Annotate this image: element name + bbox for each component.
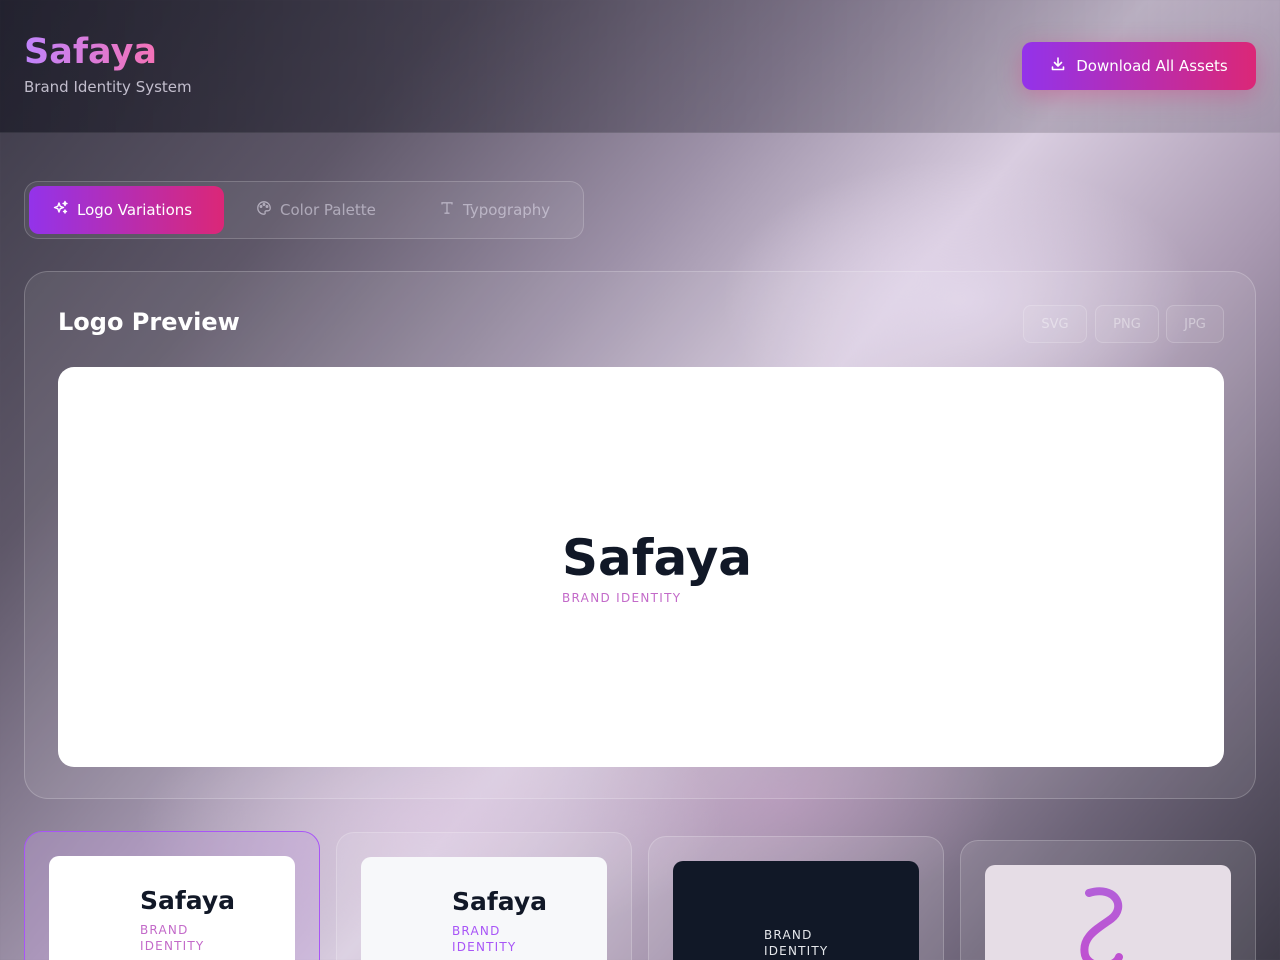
- variant-tagline: BRAND IDENTITY: [764, 928, 829, 958]
- variant-card-light[interactable]: Safaya BRAND IDENTITY: [24, 831, 320, 960]
- tab-label: Color Palette: [280, 201, 376, 219]
- tab-logo-variations[interactable]: Logo Variations: [29, 186, 224, 234]
- section-tabs: Logo Variations Color Palette Typography: [24, 181, 584, 239]
- variant-thumb: BRAND IDENTITY: [673, 861, 919, 960]
- app-header: Safaya Brand Identity System Download Al…: [0, 0, 1280, 133]
- logo-wordmark: Safaya: [562, 529, 753, 587]
- variant-thumb: [985, 865, 1231, 960]
- s-mark-icon: [1075, 885, 1139, 960]
- variant-wordmark: Safaya: [452, 887, 548, 916]
- variant-card-dark[interactable]: BRAND IDENTITY: [648, 836, 944, 960]
- logo-main: Safaya BRAND IDENTITY: [562, 527, 752, 605]
- type-icon: [439, 200, 455, 220]
- variant-thumb: Safaya BRAND IDENTITY: [49, 856, 295, 960]
- variant-wordmark: Safaya: [140, 886, 236, 915]
- variant-card-icon[interactable]: [960, 840, 1256, 960]
- tab-typography[interactable]: Typography: [415, 186, 574, 234]
- brand-title: Safaya: [24, 32, 158, 72]
- format-svg-button[interactable]: SVG: [1023, 305, 1087, 343]
- download-all-label: Download All Assets: [1076, 57, 1228, 75]
- variant-tagline: BRAND IDENTITY: [140, 923, 205, 953]
- sparkles-icon: [53, 200, 69, 220]
- tab-label: Typography: [463, 201, 551, 219]
- download-all-button[interactable]: Download All Assets: [1022, 42, 1256, 90]
- tab-color-palette[interactable]: Color Palette: [232, 186, 400, 234]
- tab-label: Logo Variations: [77, 201, 193, 219]
- variant-tagline: BRAND IDENTITY: [452, 924, 517, 954]
- palette-icon: [256, 200, 272, 220]
- logo-canvas: Safaya BRAND IDENTITY: [58, 367, 1224, 767]
- format-png-button[interactable]: PNG: [1095, 305, 1159, 343]
- variant-card-light-gray[interactable]: Safaya BRAND IDENTITY: [336, 832, 632, 960]
- format-jpg-button[interactable]: JPG: [1166, 305, 1224, 343]
- brand-subtitle: Brand Identity System: [24, 78, 192, 96]
- download-icon: [1050, 56, 1066, 76]
- variant-thumb: Safaya BRAND IDENTITY: [361, 857, 607, 960]
- logo-preview-card: Logo Preview SVG PNG JPG Safaya BRAND ID…: [24, 271, 1256, 799]
- preview-title: Logo Preview: [58, 308, 240, 336]
- logo-tagline: BRAND IDENTITY: [562, 591, 682, 605]
